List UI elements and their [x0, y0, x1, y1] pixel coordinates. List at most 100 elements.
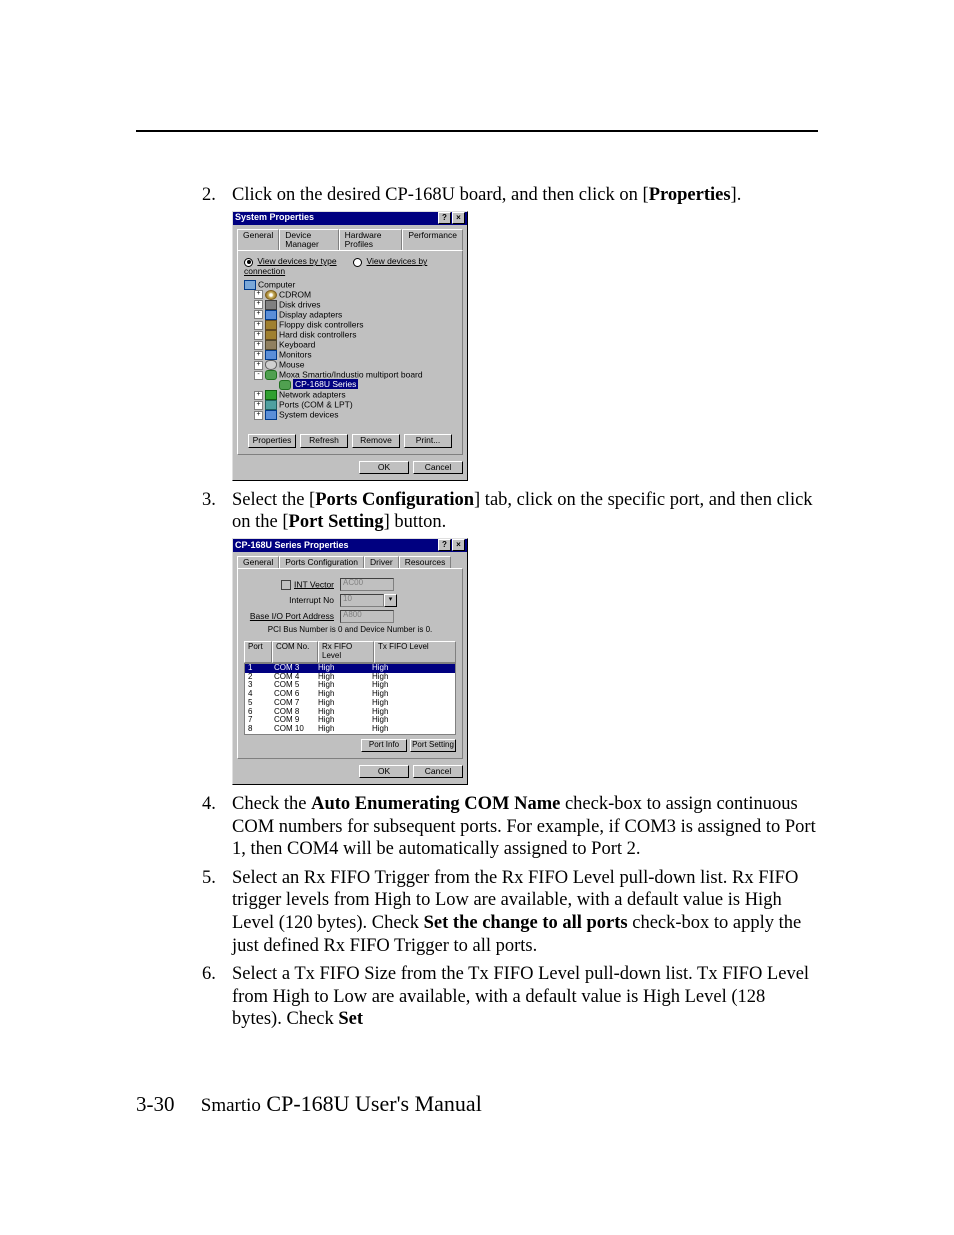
window-title: System Properties [235, 213, 437, 223]
cell-rx: High [315, 725, 369, 734]
col-rx-fifo[interactable]: Rx FIFO Level [318, 641, 374, 663]
cancel-button[interactable]: Cancel [413, 461, 463, 474]
device-icon [265, 320, 277, 330]
ok-button[interactable]: OK [359, 765, 409, 778]
expander-icon[interactable]: + [254, 341, 263, 350]
remove-button[interactable]: Remove [352, 434, 400, 447]
device-icon [265, 360, 277, 370]
step-text: Select a Tx FIFO Size from the Tx FIFO L… [232, 964, 809, 1029]
step-3: 3. Select the [Ports Configuration] tab,… [232, 489, 818, 785]
help-button[interactable]: ? [438, 539, 451, 551]
window-title: CP-168U Series Properties [235, 541, 437, 551]
device-icon [265, 330, 277, 340]
step-4: 4. Check the Auto Enumerating COM Name c… [232, 793, 818, 861]
device-icon [265, 400, 277, 410]
device-icon [265, 290, 277, 300]
device-icon [265, 300, 277, 310]
device-tree[interactable]: Computer+CDROM+Disk drives+Display adapt… [244, 280, 456, 420]
port-setting-button[interactable]: Port Setting [410, 739, 456, 752]
step-5: 5. Select an Rx FIFO Trigger from the Rx… [232, 867, 818, 957]
pci-bus-note: PCI Bus Number is 0 and Device Number is… [244, 626, 456, 635]
tab-driver[interactable]: Driver [364, 556, 399, 568]
step-number: 5. [202, 867, 216, 890]
tab-strip: General Device Manager Hardware Profiles… [237, 229, 463, 251]
step-number: 3. [202, 489, 216, 512]
col-port[interactable]: Port [244, 641, 272, 663]
tree-node-label: Floppy disk controllers [279, 319, 364, 329]
device-icon [265, 350, 277, 360]
device-icon [265, 340, 277, 350]
tree-node-label: Moxa Smartio/Industio multiport board [279, 369, 423, 379]
tab-general[interactable]: General [237, 556, 279, 568]
port-info-button[interactable]: Port Info [361, 739, 407, 752]
tree-node-label: CDROM [279, 289, 311, 299]
tree-node-label: Computer [258, 279, 295, 289]
close-button[interactable]: × [452, 539, 465, 551]
tree-node[interactable]: Computer [244, 280, 456, 290]
tree-node[interactable]: + Monitors [244, 350, 456, 360]
tree-node[interactable]: + CDROM [244, 290, 456, 300]
tree-node[interactable]: + Ports (COM & LPT) [244, 400, 456, 410]
expander-icon[interactable]: + [254, 351, 263, 360]
int-vector-label: INT Vector [294, 579, 334, 589]
expander-icon[interactable]: + [254, 321, 263, 330]
tab-ports-configuration[interactable]: Ports Configuration [279, 556, 364, 568]
table-row[interactable]: 8COM 10HighHigh [245, 725, 455, 734]
col-com-no[interactable]: COM No. [272, 641, 318, 663]
expander-icon[interactable]: - [254, 371, 263, 380]
tree-node[interactable]: +System devices [244, 410, 456, 420]
step-2: 2. Click on the desired CP-168U board, a… [232, 184, 818, 481]
tree-node-label: CP-168U Series [293, 379, 358, 389]
close-button[interactable]: × [452, 212, 465, 224]
tree-node-label: Display adapters [279, 309, 342, 319]
titlebar[interactable]: CP-168U Series Properties ? × [233, 539, 467, 552]
step-number: 6. [202, 963, 216, 986]
tree-node-label: Ports (COM & LPT) [279, 399, 353, 409]
tab-performance[interactable]: Performance [402, 229, 463, 251]
tab-resources[interactable]: Resources [399, 556, 452, 568]
tab-hardware-profiles[interactable]: Hardware Profiles [339, 229, 403, 251]
cancel-button[interactable]: Cancel [413, 765, 463, 778]
step-number: 4. [202, 793, 216, 816]
tab-general[interactable]: General [237, 229, 279, 251]
expander-icon[interactable]: + [254, 331, 263, 340]
titlebar[interactable]: System Properties ? × [233, 212, 467, 225]
expander-icon[interactable]: + [254, 290, 263, 299]
dropdown-arrow-icon[interactable]: ▾ [384, 594, 397, 607]
col-tx-fifo[interactable]: Tx FIFO Level [374, 641, 456, 663]
properties-button[interactable]: Properties [248, 434, 296, 447]
tree-node[interactable]: +Disk drives [244, 300, 456, 310]
cell-port: 8 [245, 725, 271, 734]
step-number: 2. [202, 184, 216, 207]
step-text: Select the [Ports Configuration] tab, cl… [232, 490, 813, 533]
expander-icon[interactable]: + [254, 391, 263, 400]
tab-device-manager[interactable]: Device Manager [279, 229, 338, 251]
help-button[interactable]: ? [438, 212, 451, 224]
int-vector-checkbox[interactable] [281, 580, 291, 590]
tree-node-label: Network adapters [279, 389, 346, 399]
radio-by-connection[interactable] [353, 258, 362, 267]
print-button[interactable]: Print... [404, 434, 452, 447]
tree-node[interactable]: +Keyboard [244, 340, 456, 350]
refresh-button[interactable]: Refresh [300, 434, 348, 447]
header-rule [136, 130, 818, 132]
expander-icon[interactable]: + [254, 300, 263, 309]
tree-node[interactable]: CP-168U Series [244, 380, 456, 390]
expander-icon[interactable]: + [254, 411, 263, 420]
expander-icon[interactable]: + [254, 401, 263, 410]
tree-node-label: Monitors [279, 349, 312, 359]
cell-com: COM 10 [271, 725, 315, 734]
base-io-input[interactable]: A800 [340, 610, 394, 623]
tab-strip: General Ports Configuration Driver Resou… [237, 556, 463, 568]
interrupt-no-input[interactable]: 10 [340, 594, 384, 607]
int-vector-input[interactable]: AC00 [340, 578, 394, 591]
system-properties-dialog: System Properties ? × General Device Man… [232, 211, 468, 481]
expander-icon[interactable]: + [254, 310, 263, 319]
step-text: Select an Rx FIFO Trigger from the Rx FI… [232, 868, 801, 956]
expander-icon[interactable]: + [254, 361, 263, 370]
ok-button[interactable]: OK [359, 461, 409, 474]
step-text: Click on the desired CP-168U board, and … [232, 185, 741, 205]
tree-node[interactable]: + Hard disk controllers [244, 330, 456, 340]
tree-node-label: Hard disk controllers [279, 329, 356, 339]
radio-by-type[interactable] [244, 258, 253, 267]
